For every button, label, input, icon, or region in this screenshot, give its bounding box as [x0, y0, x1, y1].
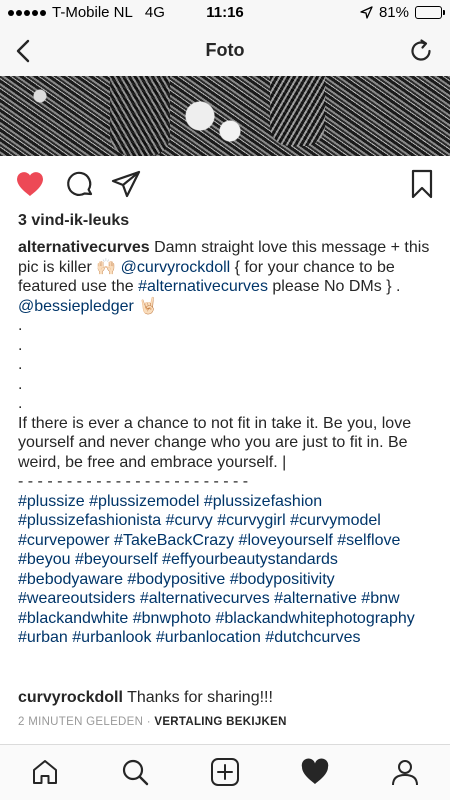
like-heart-icon[interactable] — [14, 168, 46, 200]
likes-count[interactable]: 3 vind-ik-leuks — [18, 212, 129, 230]
caption-message: If there is ever a chance to not fit in … — [18, 414, 412, 471]
status-right: 81% — [360, 4, 445, 21]
caption-intro: alternativecurves Damn straight love thi… — [18, 238, 436, 316]
home-icon[interactable] — [30, 757, 60, 787]
caption-emoji: 🤘🏻 — [133, 297, 159, 315]
caption-username[interactable]: alternativecurves — [18, 239, 150, 256]
status-bar: T-Mobile NL 4G 11:16 81% — [0, 0, 450, 26]
battery-percentage: 81% — [378, 4, 409, 21]
comment-item: curvyrockdoll Thanks for sharing!!! — [18, 688, 436, 708]
caption-dot: . — [18, 356, 23, 373]
caption-dot: . — [18, 375, 23, 393]
hashtag-link[interactable]: #alternativecurves — [138, 278, 268, 295]
caption-divider: - - - - - - - - - - - - - - - - - - - - … — [18, 473, 249, 490]
caption-dot: . — [18, 317, 23, 334]
comment-text: Thanks for sharing!!! — [122, 689, 273, 706]
bottom-tab-bar — [0, 744, 450, 800]
post-actions — [0, 166, 450, 202]
bookmark-icon[interactable] — [406, 168, 438, 200]
comment-username[interactable]: curvyrockdoll — [18, 689, 123, 706]
mention-link[interactable]: @bessiepledger — [18, 298, 134, 315]
location-arrow-icon — [360, 6, 373, 19]
comment-bubble-icon[interactable] — [64, 168, 96, 200]
post-meta: 2 MINUTEN GELEDEN · VERTALING BEKIJKEN — [18, 716, 287, 728]
photo-detail — [110, 76, 170, 156]
share-direct-icon[interactable] — [110, 168, 142, 200]
meta-separator: · — [143, 716, 155, 728]
post-caption: alternativecurves Damn straight love thi… — [18, 238, 436, 648]
profile-icon[interactable] — [390, 757, 420, 787]
caption-text: please No DMs } . — [267, 278, 401, 295]
caption-dot: . — [18, 336, 23, 354]
caption-hashtags[interactable]: #plussize #plussizemodel #plussizefashio… — [18, 492, 436, 648]
refresh-icon[interactable] — [408, 38, 434, 64]
navigation-bar: Foto — [0, 26, 450, 76]
search-icon[interactable] — [120, 757, 150, 787]
post-photo[interactable] — [0, 76, 450, 156]
caption-dot: . — [18, 395, 23, 412]
photo-detail — [270, 76, 325, 146]
add-post-icon[interactable] — [210, 757, 240, 787]
activity-heart-icon[interactable] — [300, 757, 330, 787]
mention-link[interactable]: @curvyrockdoll — [121, 259, 231, 276]
post-timestamp: 2 MINUTEN GELEDEN — [18, 716, 144, 728]
page-title: Foto — [205, 40, 245, 60]
see-translation-link[interactable]: VERTALING BEKIJKEN — [154, 716, 286, 728]
battery-icon — [415, 6, 445, 19]
